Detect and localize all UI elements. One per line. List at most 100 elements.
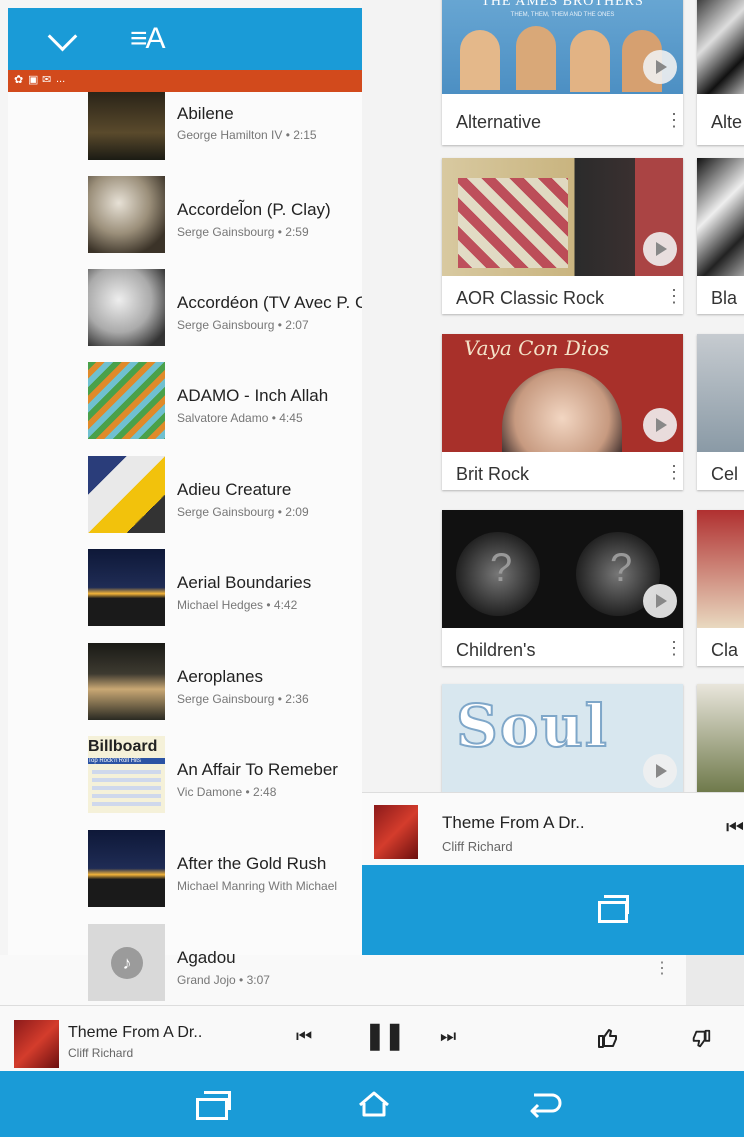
more-icon[interactable]: ⋮ [665, 110, 683, 131]
notif-icon: ✿ [14, 74, 24, 86]
song-title: Agadou [177, 948, 236, 967]
sort-icon[interactable]: ≡A [130, 22, 165, 56]
album-thumb [374, 805, 418, 859]
song-subtitle: Salvatore Adamo • 4:45 [177, 411, 303, 425]
genre-tile-side[interactable] [697, 684, 744, 792]
play-icon[interactable] [643, 584, 677, 618]
art-soul: Soul [455, 691, 609, 761]
system-nav-bar [0, 1071, 744, 1137]
q-mark: ? [490, 546, 513, 590]
grid-mini-player[interactable]: Theme From A Dr.. Cliff Richard ⏮ [362, 792, 744, 866]
album-cover [88, 362, 165, 439]
genre-tile-aor[interactable]: AOR Classic Rock ⋮ [442, 158, 683, 314]
more-icon[interactable]: ⋮ [665, 638, 683, 659]
now-playing-bar[interactable]: Theme From A Dr.. Cliff Richard ⏮ ❚❚ ⏭ [0, 1005, 744, 1072]
song-subtitle: Serge Gainsbourg • 2:09 [177, 505, 309, 519]
song-title: Abilene [177, 104, 234, 123]
song-subtitle: Grand Jojo • 3:07 [177, 973, 270, 987]
album-cover: Billboard Top Rock'n'Roll Hits [88, 736, 165, 813]
song-row[interactable]: Accordel̃on (P. Clay) Serge Gainsbourg •… [88, 176, 362, 269]
album-cover [88, 269, 165, 346]
song-row[interactable]: Billboard Top Rock'n'Roll Hits An Affair… [88, 736, 362, 829]
song-list-window: ≡A ✿ ▣ ✉ ... Abilene George Hamilton IV … [0, 0, 362, 1005]
song-title: ADAMO - Inch Allah [177, 386, 329, 405]
song-row[interactable]: ♪ Agadou Grand Jojo • 3:07 [88, 924, 362, 1017]
genre-grid-window: THE AMES BROTHERS THEM, THEM, THEM AND T… [362, 0, 744, 955]
genre-tile-childrens[interactable]: ? ? Children's ⋮ [442, 510, 683, 666]
music-note-icon: ♪ [111, 947, 143, 979]
song-subtitle: Vic Damone • 2:48 [177, 785, 277, 799]
album-cover [88, 92, 165, 160]
billboard-sub: Top Rock'n'Roll Hits [88, 758, 165, 764]
song-title: Adieu Creature [177, 480, 292, 499]
thumbs-up-icon[interactable] [596, 1026, 620, 1050]
genre-tile-brit-rock[interactable]: Vaya Con Dios Brit Rock ⋮ [442, 334, 683, 490]
mini-artist: Cliff Richard [442, 839, 513, 854]
song-title: Aerial Boundaries [177, 573, 312, 592]
skip-next-icon[interactable]: ⏭ [440, 1026, 456, 1047]
recents-icon[interactable] [598, 895, 629, 923]
home-icon[interactable] [356, 1089, 392, 1119]
play-icon[interactable] [643, 232, 677, 266]
genre-tile-side[interactable]: Cel [697, 334, 744, 490]
song-row[interactable]: Accordéon (TV Avec P. C Serge Gainsbourg… [88, 269, 362, 362]
song-row[interactable]: Aerial Boundaries Michael Hedges • 4:42 [88, 549, 362, 642]
song-title: Accordel̃on (P. Clay) [177, 200, 331, 219]
right-strip [686, 955, 744, 1005]
thumbs-down-icon[interactable] [690, 1028, 712, 1050]
genre-tile-side[interactable]: Bla [697, 158, 744, 314]
tile-label: Bla [711, 288, 738, 308]
back-icon[interactable] [524, 1089, 564, 1119]
album-thumb [14, 1020, 59, 1068]
now-playing-title: Theme From A Dr.. [68, 1024, 203, 1041]
album-cover [88, 549, 165, 626]
skip-previous-icon[interactable]: ⏮ [726, 817, 744, 840]
genre-art [442, 158, 683, 276]
song-row[interactable]: Adieu Creature Serge Gainsbourg • 2:09 [88, 456, 362, 549]
genre-tile-alternative[interactable]: THE AMES BROTHERS THEM, THEM, THEM AND T… [442, 0, 683, 145]
song-subtitle: Michael Hedges • 4:42 [177, 598, 298, 612]
notif-icon: ▣ [28, 74, 39, 86]
genre-art: Soul [442, 684, 683, 792]
tile-label: Brit Rock [456, 464, 530, 484]
genre-art: THE AMES BROTHERS THEM, THEM, THEM AND T… [442, 0, 683, 94]
song-subtitle: George Hamilton IV • 2:15 [177, 128, 317, 142]
more-icon[interactable]: ⋮ [654, 958, 670, 978]
tile-label: Cel [711, 464, 739, 484]
album-cover: ♪ [88, 924, 165, 1001]
song-subtitle: Serge Gainsbourg • 2:59 [177, 225, 309, 239]
now-playing-artist: Cliff Richard [68, 1046, 134, 1060]
genre-tile-soul[interactable]: Soul [442, 684, 683, 792]
grid-window-navbar [362, 865, 744, 955]
album-cover [88, 176, 165, 253]
song-row[interactable]: Abilene George Hamilton IV • 2:15 [88, 92, 362, 185]
song-row[interactable]: After the Gold Rush Michael Manring With… [88, 830, 362, 923]
tile-label: Children's [456, 640, 536, 660]
skip-previous-icon[interactable]: ⏮ [296, 1026, 312, 1047]
play-icon[interactable] [643, 50, 677, 84]
notification-strip: ✿ ▣ ✉ ... [8, 70, 362, 92]
play-icon[interactable] [643, 408, 677, 442]
mini-title: Theme From A Dr.. [442, 813, 585, 832]
notif-icon: ... [56, 73, 66, 85]
chevron-down-icon[interactable] [47, 21, 78, 52]
genre-tile-side[interactable]: Alte [697, 0, 744, 145]
pause-icon[interactable]: ❚❚ [364, 1020, 406, 1051]
genre-tile-side[interactable]: Cla [697, 510, 744, 666]
album-cover [88, 456, 165, 533]
song-row[interactable]: ADAMO - Inch Allah Salvatore Adamo • 4:4… [88, 362, 362, 455]
song-title: Accordéon (TV Avec P. C [177, 293, 362, 312]
song-title: An Affair To Remeber [177, 760, 338, 779]
more-icon[interactable]: ⋮ [665, 462, 683, 483]
more-icon[interactable]: ⋮ [665, 286, 683, 307]
song-title: Aeroplanes [177, 667, 264, 686]
genre-art: ? ? [442, 510, 683, 628]
tile-label: AOR Classic Rock [456, 288, 605, 308]
album-cover [88, 830, 165, 907]
billboard-text: Billboard [88, 738, 158, 755]
song-subtitle: Serge Gainsbourg • 2:07 [177, 318, 309, 332]
play-icon[interactable] [643, 754, 677, 788]
tile-label: Alternative [456, 112, 542, 132]
song-row[interactable]: Aeroplanes Serge Gainsbourg • 2:36 [88, 643, 362, 736]
recents-icon[interactable] [196, 1091, 231, 1120]
